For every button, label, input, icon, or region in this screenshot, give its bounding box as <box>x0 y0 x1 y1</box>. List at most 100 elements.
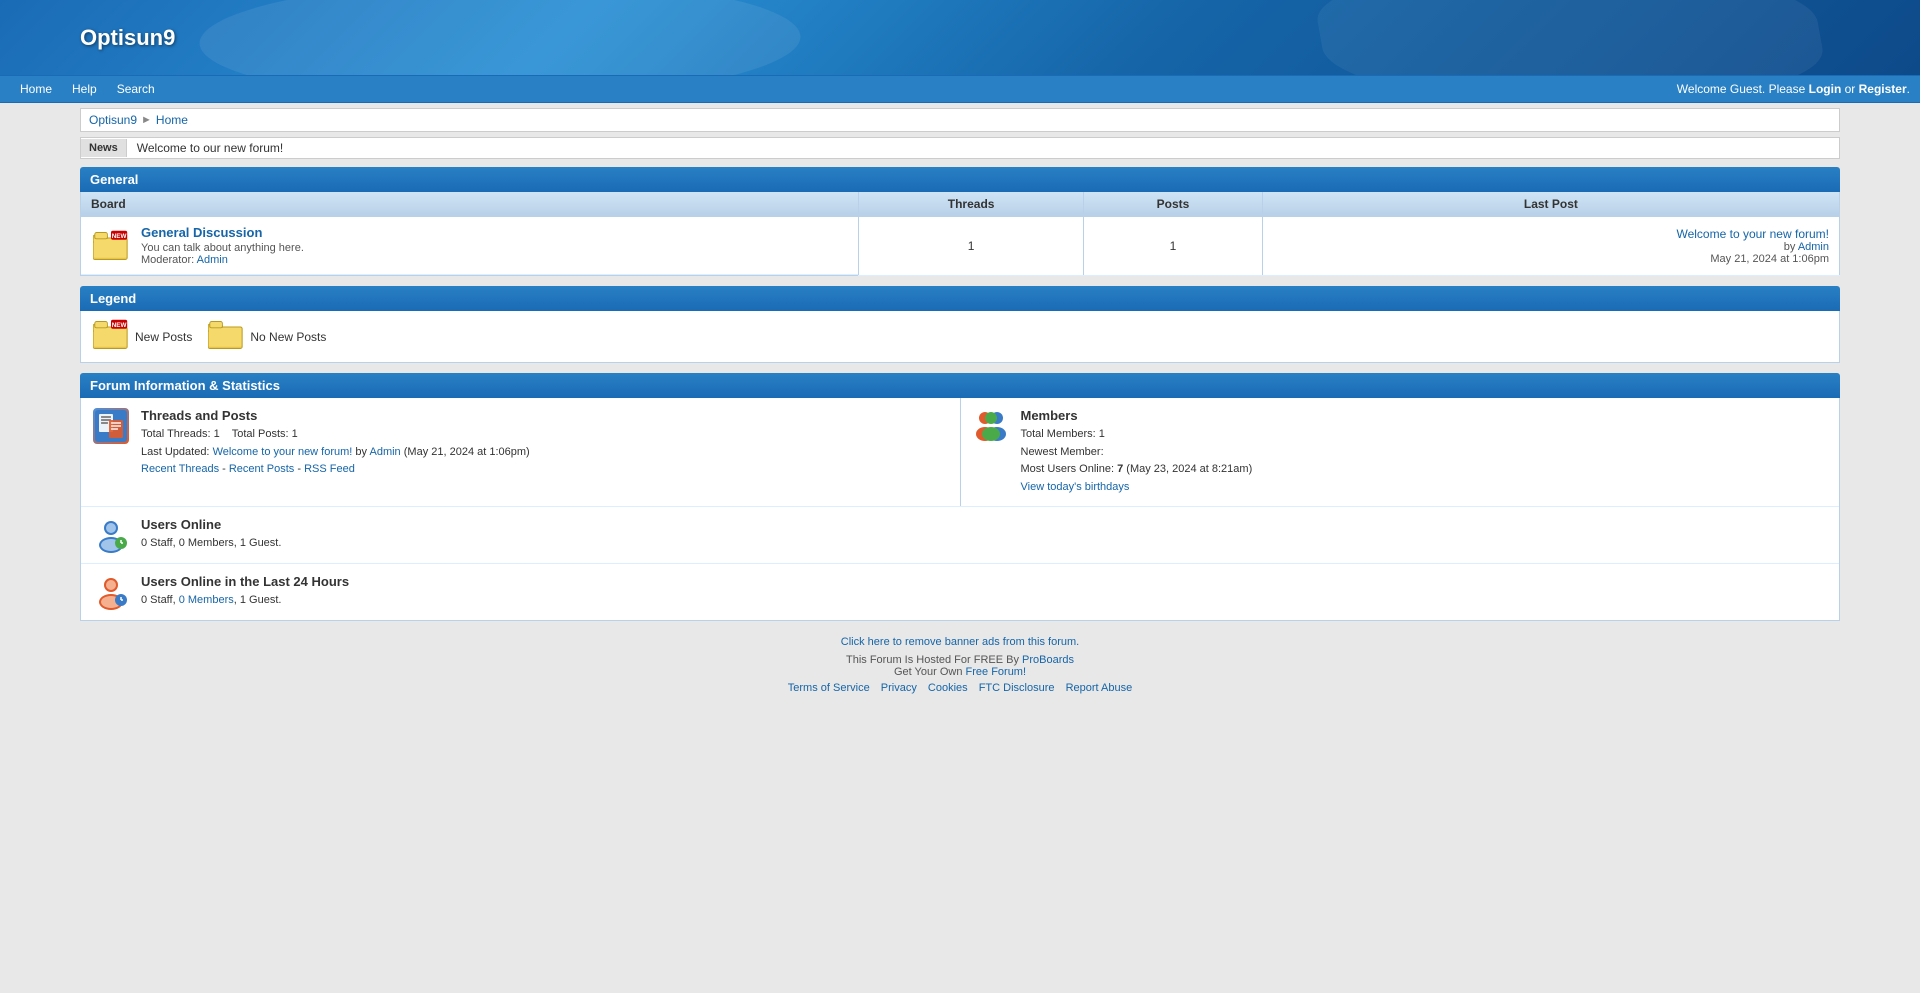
forum-info-header: Forum Information & Statistics <box>80 373 1840 398</box>
rss-feed-link[interactable]: RSS Feed <box>304 463 355 475</box>
col-board: Board <box>81 192 859 217</box>
info-row-users-online: Users Online 0 Staff, 0 Members, 1 Guest… <box>81 507 1839 564</box>
svg-text:NEW: NEW <box>112 322 127 329</box>
last-updated-date: (May 21, 2024 at 1:06pm) <box>404 446 530 458</box>
col-last-post: Last Post <box>1262 192 1839 217</box>
news-content: Welcome to our new forum! <box>127 138 294 158</box>
legend-no-new-posts: No New Posts <box>208 319 326 354</box>
users-24h-detail: 0 Staff, 0 Members, 1 Guest. <box>141 592 1827 610</box>
breadcrumb: Optisun9 ► Home <box>80 108 1840 132</box>
nav-search[interactable]: Search <box>107 77 165 101</box>
col-threads: Threads <box>859 192 1084 217</box>
proboards-link[interactable]: ProBoards <box>1022 654 1074 666</box>
info-row-users-24h: Users Online in the Last 24 Hours 0 Staf… <box>81 564 1839 620</box>
threads-posts-detail: Total Threads: 1 Total Posts: 1 Last Upd… <box>141 426 948 479</box>
nav-home[interactable]: Home <box>10 77 62 101</box>
footer-free-forum: Get Your Own Free Forum! <box>0 666 1920 678</box>
total-posts-value: 1 <box>292 428 298 440</box>
remove-banner-link[interactable]: Click here to remove banner ads from thi… <box>0 636 1920 648</box>
breadcrumb-arrow: ► <box>141 114 152 126</box>
last-updated-by: by <box>355 446 367 458</box>
board-moderator: Moderator: Admin <box>141 254 304 266</box>
free-forum-link[interactable]: Free Forum! <box>966 666 1027 678</box>
last-updated-post-link[interactable]: Welcome to your new forum! <box>213 446 353 458</box>
table-row: NEW General Discussion You can talk abou… <box>81 217 1840 276</box>
users-24h-prefix: 0 Staff, <box>141 594 179 606</box>
members-title: Members <box>1021 408 1828 423</box>
breadcrumb-home[interactable]: Home <box>156 113 188 127</box>
legend-section: Legend NEW New Posts <box>80 286 1840 363</box>
users-24h-content: Users Online in the Last 24 Hours 0 Staf… <box>141 574 1827 610</box>
footer-cookies-link[interactable]: Cookies <box>928 682 968 694</box>
footer-ftc-link[interactable]: FTC Disclosure <box>979 682 1055 694</box>
members-24h-link[interactable]: 0 Members <box>179 594 234 606</box>
threads-posts-cell: Threads and Posts Total Threads: 1 Total… <box>81 398 960 506</box>
total-members-label: Total Members: <box>1021 428 1096 440</box>
members-detail: Total Members: 1 Newest Member: Most Use… <box>1021 426 1828 496</box>
users-24h-title: Users Online in the Last 24 Hours <box>141 574 1827 589</box>
users-online-detail: 0 Staff, 0 Members, 1 Guest. <box>141 535 1827 553</box>
users-24h-cell: Users Online in the Last 24 Hours 0 Staf… <box>81 564 1839 620</box>
footer-privacy-link[interactable]: Privacy <box>881 682 917 694</box>
svg-text:NEW: NEW <box>112 232 127 239</box>
info-row-threads-members: Threads and Posts Total Threads: 1 Total… <box>81 398 1839 507</box>
total-members-value: 1 <box>1099 428 1105 440</box>
total-posts-label: Total Posts: <box>232 428 289 440</box>
register-link[interactable]: Register <box>1859 82 1907 96</box>
threads-posts-title: Threads and Posts <box>141 408 948 423</box>
total-threads-label: Total Threads: <box>141 428 211 440</box>
last-post-cell: Welcome to your new forum! by Admin May … <box>1262 217 1839 276</box>
legend-nonew-label: No New Posts <box>250 330 326 344</box>
recent-threads-link[interactable]: Recent Threads <box>141 463 219 475</box>
general-table: Board Threads Posts Last Post <box>80 192 1840 276</box>
footer: Click here to remove banner ads from thi… <box>0 636 1920 714</box>
site-title: Optisun9 <box>80 25 175 51</box>
legend-new-icon: NEW <box>93 319 129 354</box>
last-post-author[interactable]: Admin <box>1798 241 1829 253</box>
last-updated-author[interactable]: Admin <box>370 446 401 458</box>
last-post-link[interactable]: Welcome to your new forum! <box>1676 227 1829 241</box>
legend-section-header: Legend <box>80 286 1840 311</box>
nav-welcome: Welcome Guest. Please Login or Register. <box>1677 82 1910 96</box>
sep1: - <box>219 463 229 475</box>
breadcrumb-optisun9[interactable]: Optisun9 <box>89 113 137 127</box>
moderator-link[interactable]: Admin <box>197 254 228 266</box>
total-threads-value: 1 <box>214 428 220 440</box>
board-info: General Discussion You can talk about an… <box>141 225 304 266</box>
col-posts: Posts <box>1084 192 1263 217</box>
users-online-icon <box>93 517 129 553</box>
most-users-value: 7 <box>1117 463 1123 475</box>
nav-help[interactable]: Help <box>62 77 107 101</box>
recent-posts-link[interactable]: Recent Posts <box>229 463 294 475</box>
login-link[interactable]: Login <box>1809 82 1842 96</box>
most-users-date: (May 23, 2024 at 8:21am) <box>1126 463 1252 475</box>
posts-count: 1 <box>1084 217 1263 276</box>
users-24h-icon <box>93 574 129 610</box>
forum-info-section: Forum Information & Statistics <box>80 373 1840 621</box>
threads-posts-icon <box>93 408 129 444</box>
view-birthdays-link[interactable]: View today's birthdays <box>1021 481 1130 493</box>
users-24h-suffix: , 1 Guest. <box>234 594 282 606</box>
legend-new-label: New Posts <box>135 330 192 344</box>
members-content: Members Total Members: 1 Newest Member: … <box>1021 408 1828 496</box>
footer-hosted: This Forum Is Hosted For FREE By ProBoar… <box>0 654 1920 666</box>
folder-new-icon: NEW <box>91 228 131 264</box>
board-name-link[interactable]: General Discussion <box>141 225 262 240</box>
sep2: - <box>294 463 304 475</box>
newsbar: News Welcome to our new forum! <box>80 137 1840 159</box>
get-forum-prefix: Get Your Own <box>894 666 966 678</box>
users-online-title: Users Online <box>141 517 1827 532</box>
nav-links: Home Help Search <box>10 77 165 101</box>
navbar: Home Help Search Welcome Guest. Please L… <box>0 75 1920 103</box>
most-users-label: Most Users Online: <box>1021 463 1115 475</box>
threads-posts-content: Threads and Posts Total Threads: 1 Total… <box>141 408 948 479</box>
hosted-prefix: This Forum Is Hosted For FREE By <box>846 654 1022 666</box>
members-icon <box>973 408 1009 444</box>
general-section: General Board Threads Posts Last Post <box>80 167 1840 276</box>
footer-tos-link[interactable]: Terms of Service <box>788 682 870 694</box>
legend-content: NEW New Posts No New Posts <box>80 311 1840 363</box>
users-online-cell: Users Online 0 Staff, 0 Members, 1 Guest… <box>81 507 1839 563</box>
legend-new-posts: NEW New Posts <box>93 319 192 354</box>
forum-info-content: Threads and Posts Total Threads: 1 Total… <box>80 398 1840 621</box>
footer-abuse-link[interactable]: Report Abuse <box>1066 682 1133 694</box>
